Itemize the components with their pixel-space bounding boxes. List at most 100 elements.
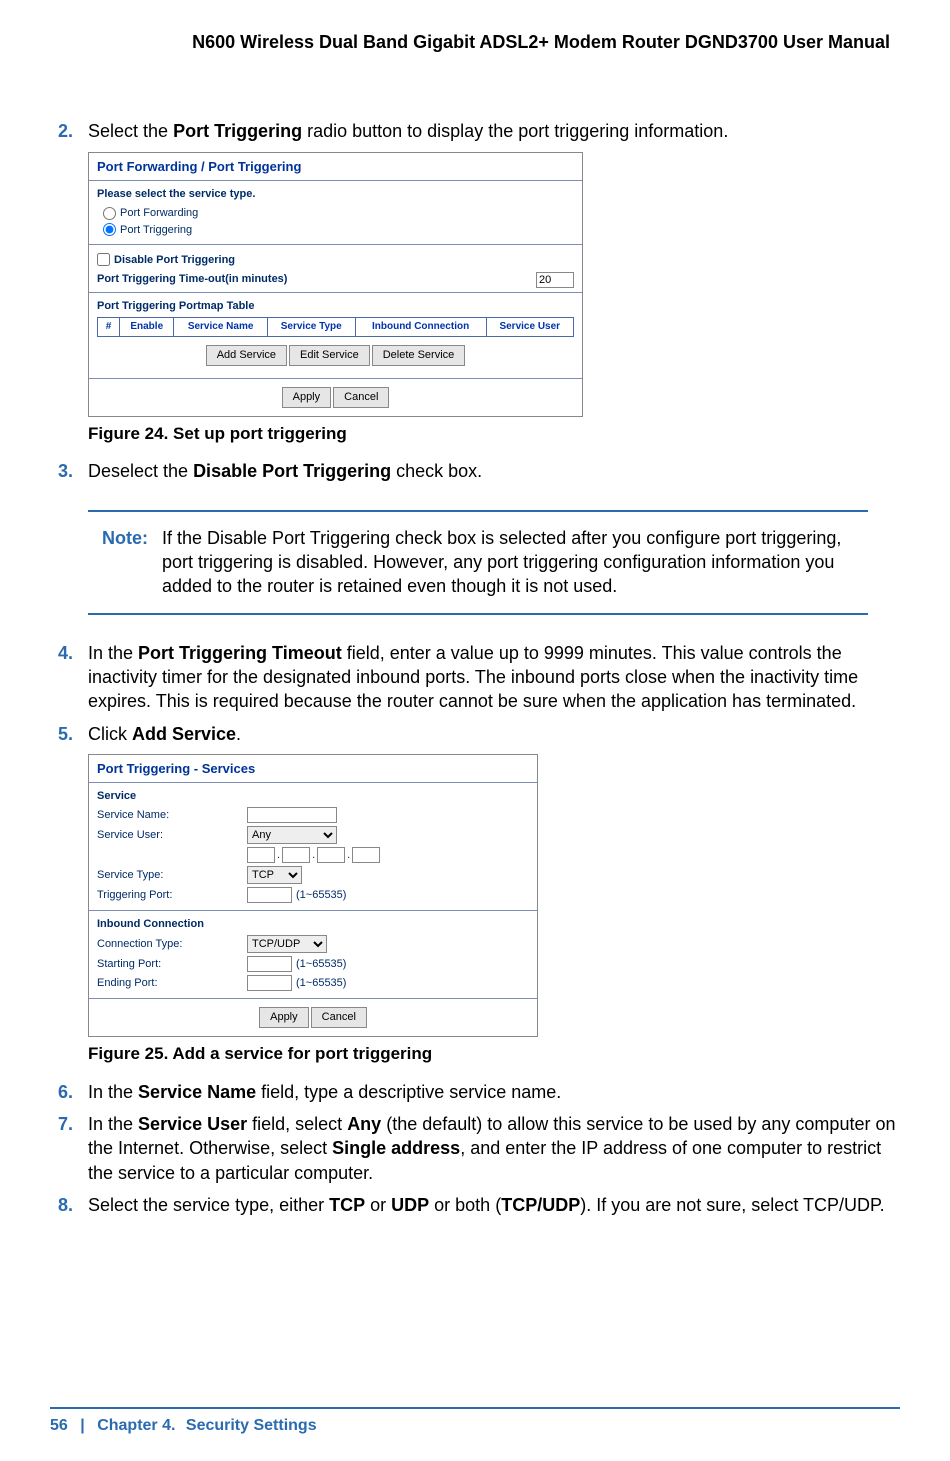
disable-port-triggering-row: Disable Port Triggering bbox=[97, 253, 574, 268]
step-2-num: 2. bbox=[58, 119, 88, 143]
text: In the bbox=[88, 1082, 138, 1102]
step-2-body: Select the Port Triggering radio button … bbox=[88, 119, 900, 143]
radio-port-triggering-row: Port Triggering bbox=[103, 223, 574, 238]
apply-cancel-row: ApplyCancel bbox=[89, 998, 537, 1036]
figure-24: Port Forwarding / Port Triggering Please… bbox=[88, 152, 900, 446]
figure-24-caption: Figure 24. Set up port triggering bbox=[88, 423, 900, 446]
ip-dot: . bbox=[347, 849, 350, 861]
portmap-table: # Enable Service Name Service Type Inbou… bbox=[97, 317, 574, 337]
radio-port-triggering[interactable] bbox=[103, 223, 116, 236]
port-range-hint: (1~65535) bbox=[296, 889, 346, 901]
cancel-button[interactable]: Cancel bbox=[311, 1007, 367, 1028]
service-type-label: Service Type: bbox=[97, 868, 247, 883]
text: field, select bbox=[247, 1114, 347, 1134]
footer-rule bbox=[50, 1407, 900, 1409]
step-3: 3. Deselect the Disable Port Triggering … bbox=[58, 459, 900, 483]
cancel-button[interactable]: Cancel bbox=[333, 387, 389, 408]
step-6: 6. In the Service Name field, type a des… bbox=[58, 1080, 900, 1104]
step-7-num: 7. bbox=[58, 1112, 88, 1185]
step-3-body: Deselect the Disable Port Triggering che… bbox=[88, 459, 900, 483]
triggering-port-label: Triggering Port: bbox=[97, 888, 247, 903]
th-service-name: Service Name bbox=[174, 318, 267, 337]
note-block: Note: If the Disable Port Triggering che… bbox=[88, 510, 868, 615]
timeout-input[interactable] bbox=[536, 272, 574, 288]
bold: Add Service bbox=[132, 724, 236, 744]
radio-port-triggering-label: Port Triggering bbox=[120, 224, 192, 236]
step-8-body: Select the service type, either TCP or U… bbox=[88, 1193, 900, 1217]
step-7-body: In the Service User field, select Any (t… bbox=[88, 1112, 900, 1185]
step-7: 7. In the Service User field, select Any… bbox=[58, 1112, 900, 1185]
step-2: 2. Select the Port Triggering radio butt… bbox=[58, 119, 900, 143]
ip-seg-2[interactable] bbox=[282, 847, 310, 863]
step-6-num: 6. bbox=[58, 1080, 88, 1104]
inbound-section-heading: Inbound Connection bbox=[97, 917, 529, 932]
text: In the bbox=[88, 1114, 138, 1134]
service-button-row: Add ServiceEdit ServiceDelete Service bbox=[97, 337, 574, 374]
ip-seg-3[interactable] bbox=[317, 847, 345, 863]
step-4: 4. In the Port Triggering Timeout field,… bbox=[58, 641, 900, 714]
th-enable: Enable bbox=[120, 318, 174, 337]
ending-port-input[interactable] bbox=[247, 975, 292, 991]
chapter-title: Security Settings bbox=[186, 1417, 317, 1434]
th-inbound-connection: Inbound Connection bbox=[355, 318, 486, 337]
ip-seg-4[interactable] bbox=[352, 847, 380, 863]
service-user-select[interactable]: Any bbox=[247, 826, 337, 844]
connection-type-select[interactable]: TCP/UDP bbox=[247, 935, 327, 953]
apply-button[interactable]: Apply bbox=[259, 1007, 309, 1028]
ui-window-title: Port Triggering - Services bbox=[89, 755, 537, 784]
apply-button[interactable]: Apply bbox=[282, 387, 332, 408]
step-4-num: 4. bbox=[58, 641, 88, 714]
text: Select the bbox=[88, 121, 173, 141]
bold: TCP/UDP bbox=[501, 1195, 580, 1215]
service-name-input[interactable] bbox=[247, 807, 337, 823]
th-num: # bbox=[98, 318, 120, 337]
bold: Any bbox=[347, 1114, 381, 1134]
service-user-label: Service User: bbox=[97, 828, 247, 843]
bold: Disable Port Triggering bbox=[193, 461, 391, 481]
footer-separator: | bbox=[80, 1417, 84, 1434]
note-text: If the Disable Port Triggering check box… bbox=[162, 526, 848, 599]
service-name-label: Service Name: bbox=[97, 808, 247, 823]
radio-port-forwarding[interactable] bbox=[103, 207, 116, 220]
edit-service-button[interactable]: Edit Service bbox=[289, 345, 370, 366]
figure-25-caption: Figure 25. Add a service for port trigge… bbox=[88, 1043, 900, 1066]
ui-window-port-triggering-services: Port Triggering - Services Service Servi… bbox=[88, 754, 538, 1037]
ending-port-label: Ending Port: bbox=[97, 976, 247, 991]
ip-dot: . bbox=[312, 849, 315, 861]
bold: TCP bbox=[329, 1195, 365, 1215]
radio-port-forwarding-label: Port Forwarding bbox=[120, 207, 198, 219]
starting-port-input[interactable] bbox=[247, 956, 292, 972]
figure-25: Port Triggering - Services Service Servi… bbox=[88, 754, 900, 1066]
timeout-label: Port Triggering Time-out(in minutes) bbox=[97, 272, 287, 287]
checkbox-disable-port-triggering[interactable] bbox=[97, 253, 110, 266]
note-label: Note: bbox=[102, 526, 162, 599]
add-service-button[interactable]: Add Service bbox=[206, 345, 287, 366]
disable-port-triggering-label: Disable Port Triggering bbox=[114, 254, 235, 266]
bold: UDP bbox=[391, 1195, 429, 1215]
bold: Single address bbox=[332, 1138, 460, 1158]
step-4-body: In the Port Triggering Timeout field, en… bbox=[88, 641, 900, 714]
connection-type-label: Connection Type: bbox=[97, 937, 247, 952]
port-range-hint: (1~65535) bbox=[296, 977, 346, 989]
manual-title: N600 Wireless Dual Band Gigabit ADSL2+ M… bbox=[58, 30, 900, 54]
triggering-port-input[interactable] bbox=[247, 887, 292, 903]
ip-seg-1[interactable] bbox=[247, 847, 275, 863]
delete-service-button[interactable]: Delete Service bbox=[372, 345, 466, 366]
text: Deselect the bbox=[88, 461, 193, 481]
page-number: 56 bbox=[50, 1417, 68, 1434]
service-section-heading: Service bbox=[97, 789, 529, 804]
th-service-type: Service Type bbox=[267, 318, 355, 337]
step-3-num: 3. bbox=[58, 459, 88, 483]
text: Click bbox=[88, 724, 132, 744]
text: or both ( bbox=[429, 1195, 501, 1215]
step-5-num: 5. bbox=[58, 722, 88, 746]
timeout-row: Port Triggering Time-out(in minutes) bbox=[97, 272, 574, 288]
text: radio button to display the port trigger… bbox=[302, 121, 728, 141]
radio-port-forwarding-row: Port Forwarding bbox=[103, 206, 574, 221]
portmap-table-label: Port Triggering Portmap Table bbox=[97, 299, 574, 314]
service-type-select[interactable]: TCP bbox=[247, 866, 302, 884]
step-8-num: 8. bbox=[58, 1193, 88, 1217]
ip-dot: . bbox=[277, 849, 280, 861]
ui-window-title: Port Forwarding / Port Triggering bbox=[89, 153, 582, 182]
apply-cancel-row: ApplyCancel bbox=[89, 378, 582, 416]
